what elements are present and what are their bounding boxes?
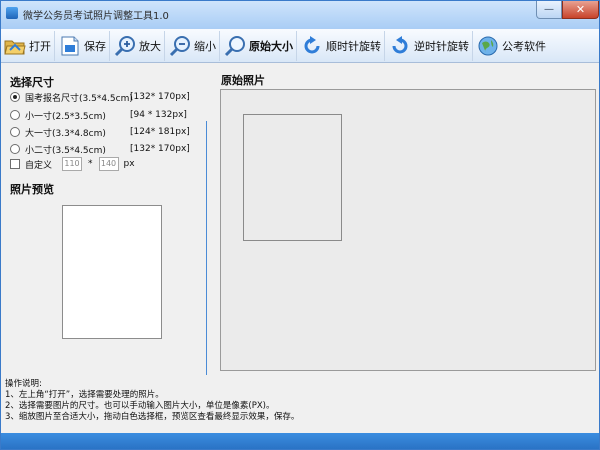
left-panel: 选择尺寸 国考报名尺寸(3.5*4.5cm) [132* 170px] 小一寸(… — [4, 67, 211, 377]
save-button[interactable]: 保存 — [56, 30, 110, 61]
size-option-label: 小二寸(3.5*4.5cm) — [25, 145, 106, 156]
size-option-small-1inch[interactable]: 小一寸(2.5*3.5cm) [94 * 132px] — [10, 108, 187, 122]
instruction-line: 3、缩放图片至合适大小，拖动白色选择框，预览区查看最终显示效果，保存。 — [5, 412, 300, 422]
radio-selected[interactable] — [10, 92, 20, 102]
zoom-in-icon — [114, 35, 136, 57]
instructions: 操作说明: 1、左上角“打开”，选择需要处理的照片。 2、选择需要图片的尺寸。也… — [5, 379, 425, 423]
custom-size-unit: px — [123, 159, 135, 169]
custom-size-row: 自定义 110 * 140 px — [10, 157, 135, 171]
zoom-in-button[interactable]: 放大 — [111, 30, 165, 61]
close-button[interactable]: ✕ — [562, 1, 599, 19]
instruction-line: 2、选择需要图片的尺寸。也可以手动输入图片大小，单位是像素(PX)。 — [5, 401, 275, 411]
size-option-small-2inch[interactable]: 小二寸(3.5*4.5cm) [132* 170px] — [10, 142, 190, 156]
exam-software-label: 公考软件 — [502, 39, 546, 53]
app-window: 微学公务员考试照片调整工具1.0 — ✕ 打开 保存 放大 缩小 原始大小 顺时… — [0, 0, 600, 450]
photo-preview-area — [62, 205, 162, 339]
original-size-button[interactable]: 原始大小 — [221, 30, 297, 61]
size-option-label: 小一寸(2.5*3.5cm) — [25, 111, 106, 122]
window-title: 微学公务员考试照片调整工具1.0 — [23, 11, 169, 22]
zoom-out-icon — [169, 35, 191, 57]
custom-size-label: 自定义 — [25, 160, 53, 171]
size-select-title: 选择尺寸 — [10, 76, 54, 89]
instruction-line: 1、左上角“打开”，选择需要处理的照片。 — [5, 390, 164, 400]
zoom-out-label: 缩小 — [194, 39, 216, 53]
title-bar[interactable]: 微学公务员考试照片调整工具1.0 — ✕ — [1, 1, 599, 29]
exam-software-button[interactable]: 公考软件 — [474, 31, 549, 61]
size-option-dims: [132* 170px] — [130, 144, 190, 154]
rotate-clockwise-button[interactable]: 顺时针旋转 — [298, 30, 385, 61]
app-icon — [6, 7, 18, 19]
size-option-dims: [94 * 132px] — [130, 110, 187, 120]
zoom-in-label: 放大 — [139, 39, 161, 53]
save-button-label: 保存 — [84, 39, 106, 53]
rotate-clockwise-label: 顺时针旋转 — [326, 39, 381, 53]
open-button[interactable]: 打开 — [1, 30, 55, 61]
rotate-clockwise-icon — [301, 35, 323, 57]
magnifier-icon — [224, 35, 246, 57]
custom-size-checkbox[interactable] — [10, 159, 20, 169]
instructions-heading: 操作说明: — [5, 379, 42, 389]
crop-selection-box[interactable] — [243, 114, 342, 241]
folder-open-icon — [4, 35, 26, 57]
radio[interactable] — [10, 127, 20, 137]
original-size-label: 原始大小 — [249, 39, 293, 53]
original-photo-title: 原始照片 — [221, 74, 265, 87]
custom-size-separator: * — [88, 159, 93, 169]
panel-divider — [206, 121, 207, 375]
size-option-national[interactable]: 国考报名尺寸(3.5*4.5cm) [132* 170px] — [10, 90, 190, 104]
globe-icon — [477, 35, 499, 57]
size-option-large-1inch[interactable]: 大一寸(3.3*4.8cm) [124* 181px] — [10, 125, 190, 139]
toolbar: 打开 保存 放大 缩小 原始大小 顺时针旋转 逆时针旋转 公考软件 — [1, 29, 599, 63]
rotate-counterclockwise-button[interactable]: 逆时针旋转 — [386, 30, 473, 61]
original-photo-canvas[interactable] — [220, 89, 596, 371]
radio[interactable] — [10, 110, 20, 120]
rotate-counterclockwise-label: 逆时针旋转 — [414, 39, 469, 53]
preview-title: 照片预览 — [10, 183, 54, 196]
radio[interactable] — [10, 144, 20, 154]
size-option-label: 大一寸(3.3*4.8cm) — [25, 128, 106, 139]
custom-width-input[interactable]: 110 — [62, 157, 83, 171]
status-bar — [1, 433, 599, 449]
save-icon — [59, 35, 81, 57]
size-option-dims: [132* 170px] — [130, 92, 190, 102]
zoom-out-button[interactable]: 缩小 — [166, 30, 220, 61]
minimize-button[interactable]: — — [536, 1, 562, 19]
custom-height-input[interactable]: 140 — [98, 157, 119, 171]
size-option-label: 国考报名尺寸(3.5*4.5cm) — [25, 93, 133, 104]
open-button-label: 打开 — [29, 39, 51, 53]
size-option-dims: [124* 181px] — [130, 127, 190, 137]
rotate-counterclockwise-icon — [389, 35, 411, 57]
